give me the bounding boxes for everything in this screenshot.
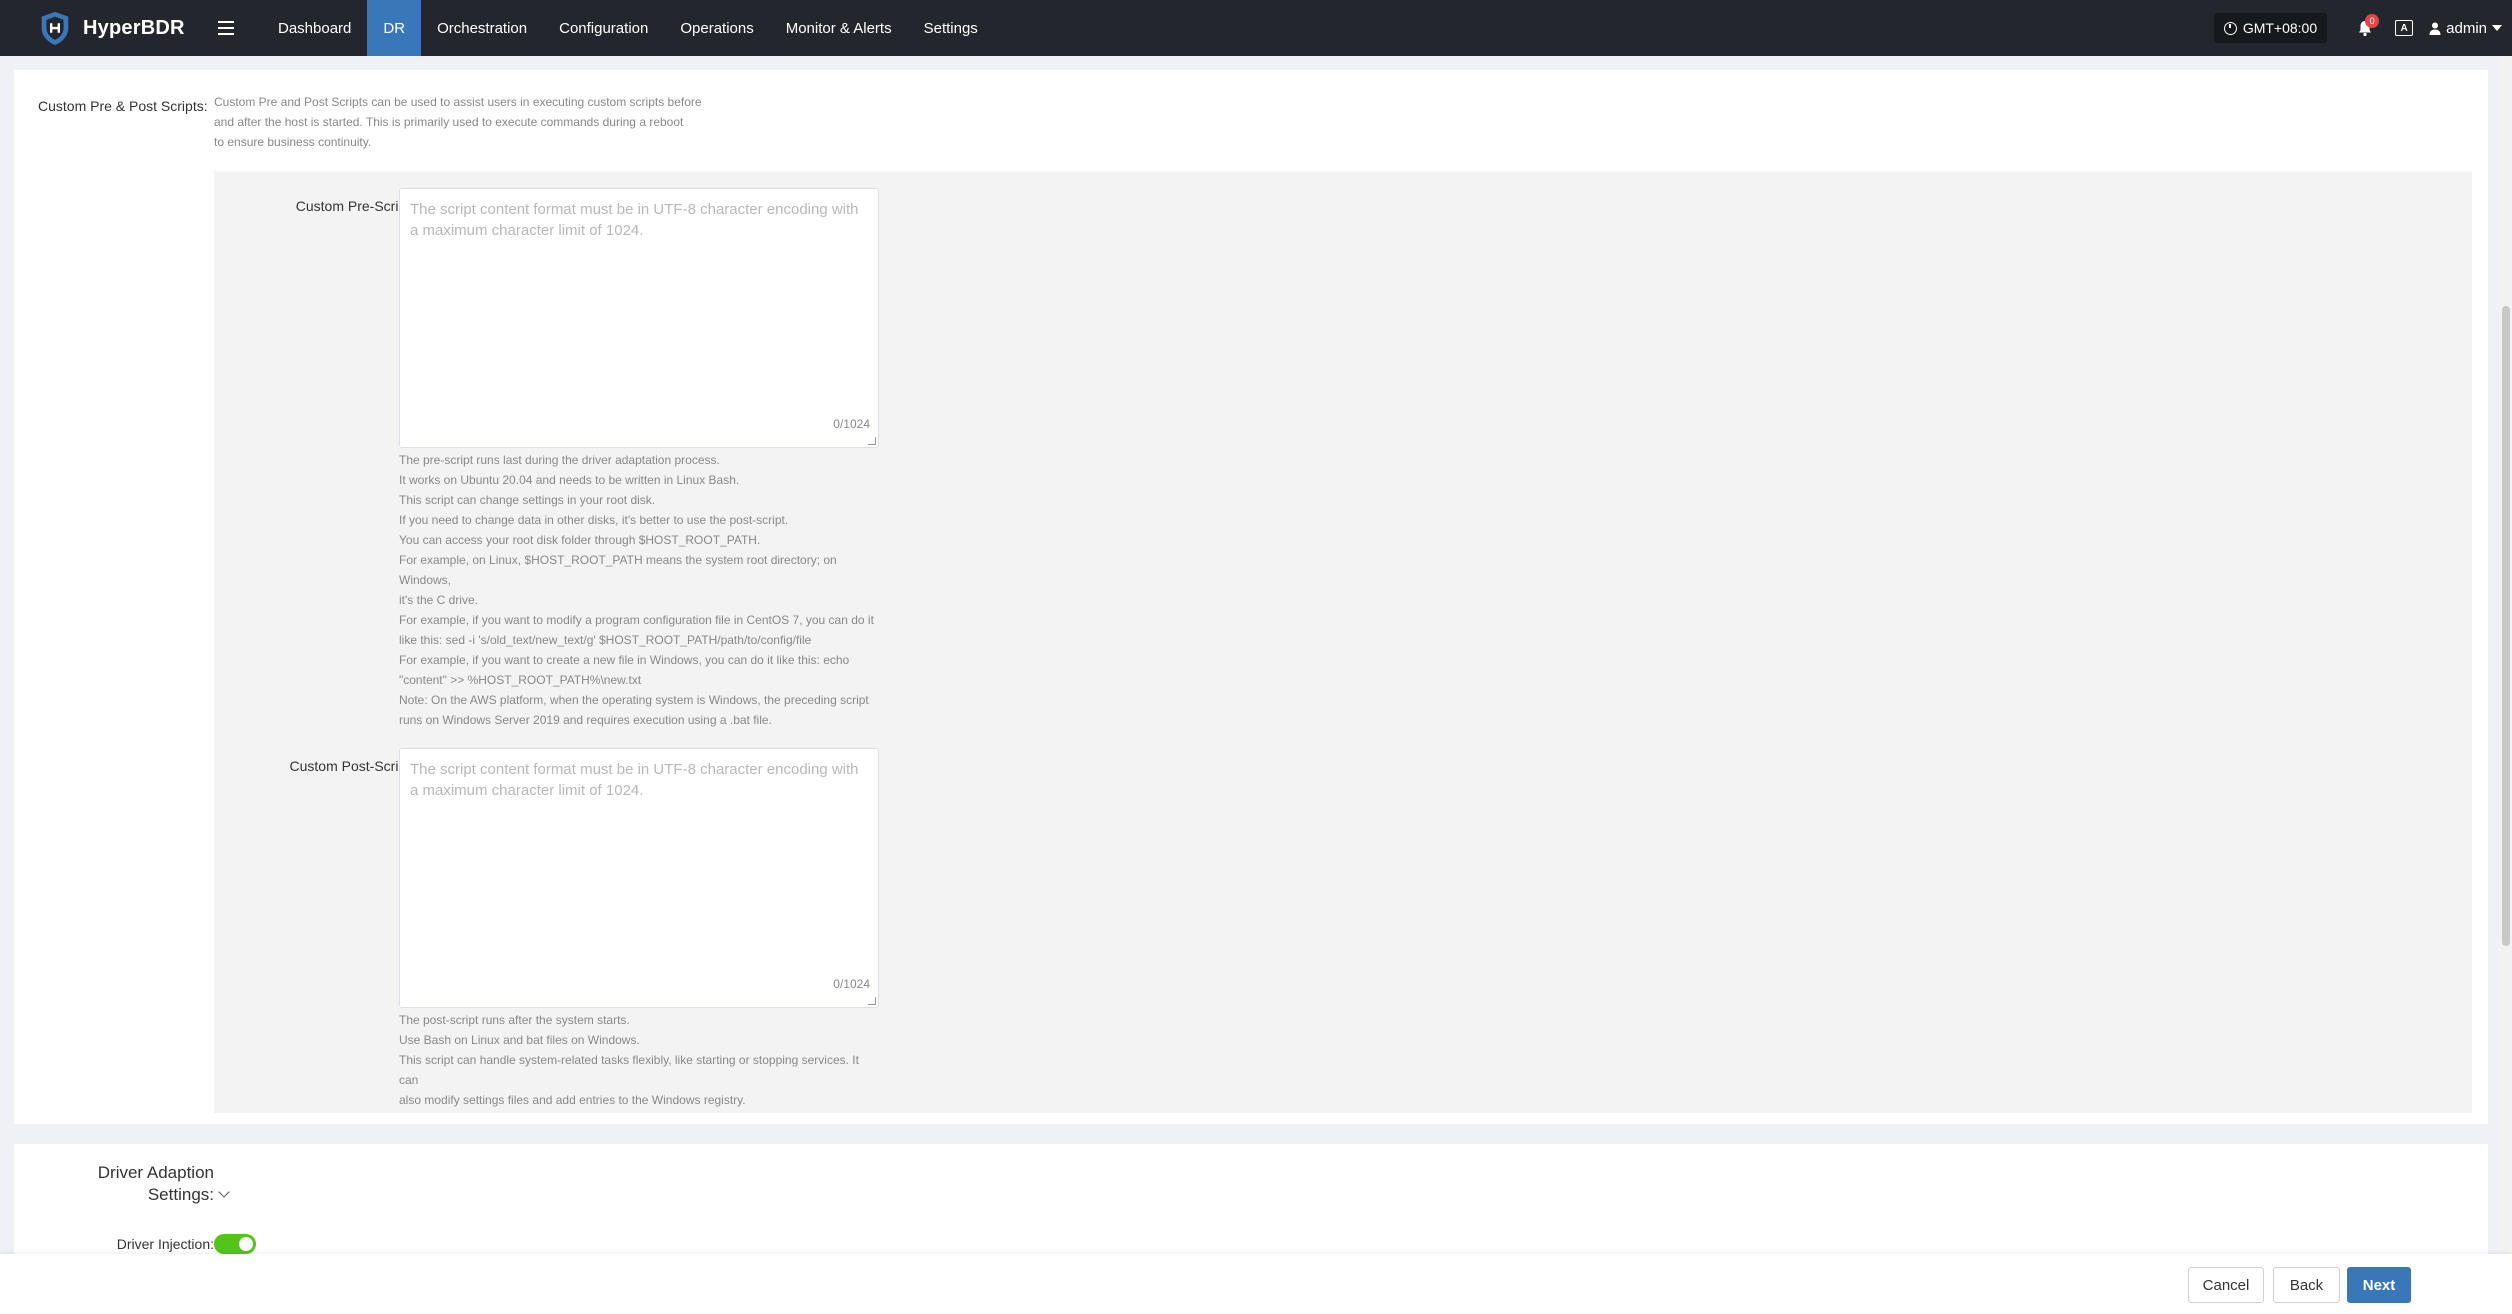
help-line: If you need to change data in other disk… xyxy=(399,513,789,527)
driver-title-line: Driver Adaption xyxy=(97,1163,214,1182)
scripts-panel: Custom Pre & Post Scripts: Custom Pre an… xyxy=(14,70,2488,1124)
help-line: This script can change settings in your … xyxy=(399,493,656,507)
driver-injection-toggle[interactable] xyxy=(214,1234,256,1254)
description-line: Custom Pre and Post Scripts can be used … xyxy=(214,95,702,109)
description-line: and after the host is started. This is p… xyxy=(214,115,684,129)
app-logo[interactable]: HyperBDR xyxy=(36,9,206,47)
notification-badge: 0 xyxy=(2365,14,2380,28)
hyperbdr-logo-icon xyxy=(41,11,69,46)
help-line: Note: On the AWS platform, when the oper… xyxy=(399,693,869,707)
timezone-display[interactable]: GMT+08:00 xyxy=(2213,13,2328,43)
help-line: like this: sed -i 's/old_text/new_text/g… xyxy=(399,633,812,647)
nav-operations[interactable]: Operations xyxy=(664,0,769,56)
chevron-down-icon[interactable] xyxy=(218,1186,230,1198)
main-nav: Dashboard DR Orchestration Configuration… xyxy=(262,0,994,56)
user-icon xyxy=(2429,22,2441,35)
post-script-char-counter: 0/1024 xyxy=(833,977,870,991)
next-button[interactable]: Next xyxy=(2347,1267,2411,1303)
help-line: Use Bash on Linux and bat files on Windo… xyxy=(399,1033,640,1047)
help-line: "content" >> %HOST_ROOT_PATH%\new.txt xyxy=(399,673,642,687)
resize-handle-icon[interactable] xyxy=(868,437,876,445)
driver-adaption-title: Driver Adaption Settings: xyxy=(74,1162,214,1206)
cancel-button[interactable]: Cancel xyxy=(2188,1267,2264,1303)
nav-configuration[interactable]: Configuration xyxy=(543,0,664,56)
app-name: HyperBDR xyxy=(83,16,185,39)
menu-toggle-icon[interactable] xyxy=(206,8,246,48)
language-icon[interactable]: A xyxy=(2395,20,2414,36)
help-line: You can access your root disk folder thr… xyxy=(399,533,761,547)
nav-orchestration[interactable]: Orchestration xyxy=(421,0,543,56)
nav-dr[interactable]: DR xyxy=(367,0,422,56)
help-line: runs on Windows Server 2019 and requires… xyxy=(399,713,772,727)
top-navigation-bar: HyperBDR Dashboard DR Orchestration Conf… xyxy=(0,0,2512,56)
wizard-footer: Cancel Back Next xyxy=(0,1254,2512,1314)
help-line: The pre-script runs last during the driv… xyxy=(399,453,720,467)
driver-injection-label: Driver Injection: xyxy=(116,1236,214,1252)
help-line: For example, on Linux, $HOST_ROOT_PATH m… xyxy=(399,553,837,587)
help-line: For example, if you want to create a new… xyxy=(399,653,850,667)
nav-monitor-alerts[interactable]: Monitor & Alerts xyxy=(770,0,908,56)
pre-script-label: Custom Pre-Script: xyxy=(295,198,414,214)
help-line: also modify settings files and add entri… xyxy=(399,1093,746,1107)
driver-adaption-panel: Driver Adaption Settings: Driver Injecti… xyxy=(14,1144,2488,1254)
pre-script-help: The pre-script runs last during the driv… xyxy=(399,450,879,730)
pre-script-field-wrapper: 0/1024 xyxy=(399,188,879,448)
timezone-label: GMT+08:00 xyxy=(2242,20,2318,36)
clock-icon xyxy=(2223,21,2237,35)
help-line: This script can handle system-related ta… xyxy=(399,1053,859,1087)
help-line: The post-script runs after the system st… xyxy=(399,1013,630,1027)
post-script-label: Custom Post-Script: xyxy=(289,758,414,774)
post-script-field-wrapper: 0/1024 xyxy=(399,748,879,1008)
description-line: to ensure business continuity. xyxy=(214,135,372,149)
post-script-help: The post-script runs after the system st… xyxy=(399,1010,879,1110)
scrollbar-thumb[interactable] xyxy=(2502,306,2510,946)
scripts-config-box: Custom Pre-Script: 0/1024 The pre-script… xyxy=(214,171,2472,1113)
top-right-tools: GMT+08:00 0 A admin xyxy=(2213,0,2502,56)
back-button[interactable]: Back xyxy=(2273,1267,2340,1303)
help-line: it's the C drive. xyxy=(399,593,478,607)
pre-script-textarea[interactable] xyxy=(400,189,878,447)
username: admin xyxy=(2446,19,2487,37)
scripts-description: Custom Pre and Post Scripts can be used … xyxy=(214,92,714,152)
chevron-down-icon xyxy=(2492,25,2502,31)
notifications-button[interactable]: 0 xyxy=(2351,14,2380,42)
nav-dashboard[interactable]: Dashboard xyxy=(262,0,367,56)
user-menu[interactable]: admin xyxy=(2429,20,2502,37)
scripts-section-label: Custom Pre & Post Scripts: xyxy=(38,98,208,114)
resize-handle-icon[interactable] xyxy=(868,997,876,1005)
page-scrollbar[interactable] xyxy=(2500,56,2512,1254)
driver-title-line: Settings: xyxy=(147,1185,214,1204)
help-line: For example, if you want to modify a pro… xyxy=(399,613,874,627)
help-line: It works on Ubuntu 20.04 and needs to be… xyxy=(399,473,740,487)
nav-settings[interactable]: Settings xyxy=(908,0,994,56)
post-script-textarea[interactable] xyxy=(400,749,878,1007)
pre-script-char-counter: 0/1024 xyxy=(833,417,870,431)
